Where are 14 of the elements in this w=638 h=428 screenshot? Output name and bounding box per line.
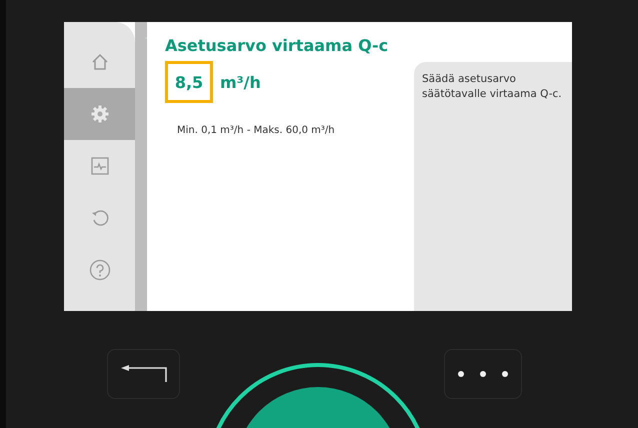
pulse-icon xyxy=(90,156,110,176)
undo-icon xyxy=(90,208,110,228)
screen-title: Asetusarvo virtaama Q-c xyxy=(165,36,390,55)
unit-label: m³/h xyxy=(220,72,261,92)
help-icon xyxy=(88,259,110,281)
value-field[interactable]: 8,5 xyxy=(165,61,213,103)
back-arrow-icon xyxy=(120,365,166,383)
home-icon xyxy=(90,52,110,72)
settings-menu-item[interactable] xyxy=(64,88,135,140)
back-button[interactable] xyxy=(107,349,180,399)
help-text: Säädä asetusarvo säätötavalle virtaama Q-c. xyxy=(422,73,562,100)
range-text: Min. 0,1 m³/h - Maks. 60,0 m³/h xyxy=(177,125,336,136)
more-icon xyxy=(457,370,509,378)
more-button[interactable] xyxy=(444,349,522,399)
